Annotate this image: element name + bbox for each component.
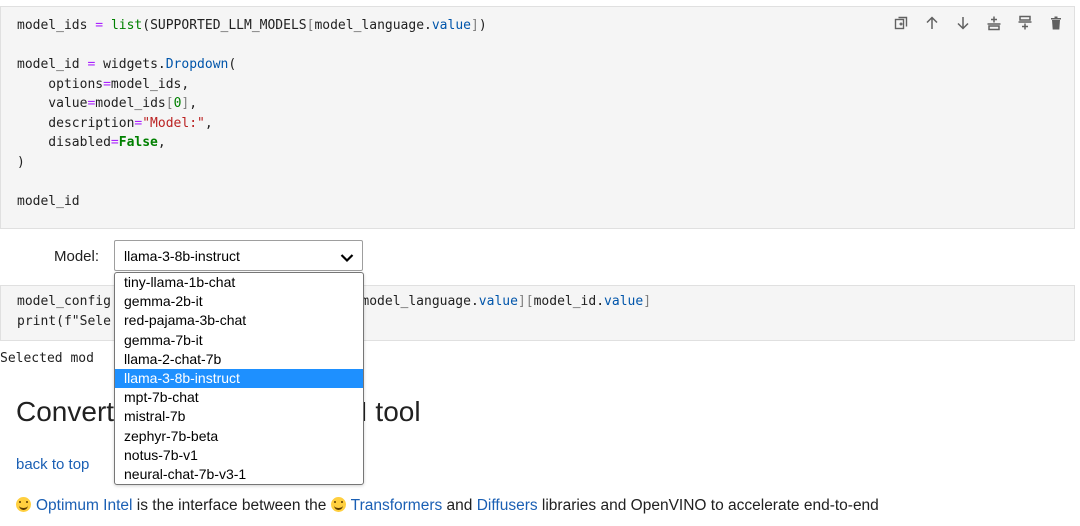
dropdown-option[interactable]: llama-2-chat-7b: [115, 350, 363, 369]
dropdown-option[interactable]: tiny-llama-1b-chat: [115, 273, 363, 292]
insert-above-icon[interactable]: [984, 13, 1004, 33]
model-select-value: llama-3-8b-instruct: [124, 248, 240, 264]
cell-toolbar: [891, 13, 1066, 33]
dropdown-option[interactable]: mpt-7b-chat: [115, 388, 363, 407]
model-select[interactable]: llama-3-8b-instruct: [114, 240, 363, 271]
delete-icon[interactable]: [1046, 13, 1066, 33]
intro-paragraph: Optimum Intel is the interface between t…: [16, 497, 879, 515]
hugging-face-icon: [16, 497, 31, 512]
model-dropdown-list[interactable]: tiny-llama-1b-chat gemma-2b-it red-pajam…: [114, 272, 364, 485]
dropdown-option[interactable]: neural-chat-7b-v3-1: [115, 465, 363, 484]
code-cell-model-selection[interactable]: model_ids = list(SUPPORTED_LLM_MODELS[mo…: [0, 6, 1075, 229]
dropdown-option[interactable]: red-pajama-3b-chat: [115, 311, 363, 330]
dropdown-option[interactable]: gemma-7b-it: [115, 331, 363, 350]
code-line-2: print(f"Sele: [17, 313, 111, 329]
cell-output-text: Selected mod: [0, 351, 94, 366]
code-line-6: disabled=False,: [17, 135, 166, 150]
code-line-5: description="Model:",: [17, 115, 213, 131]
code-line-4: value=model_ids[0],: [17, 96, 198, 111]
code-line-3: options=model_ids,: [17, 76, 190, 92]
chevron-down-icon: [340, 250, 354, 268]
code-line-1: model_ids = list(SUPPORTED_LLM_MODELS[mo…: [17, 18, 487, 33]
transformers-link[interactable]: Transformers: [351, 497, 443, 514]
dropdown-option[interactable]: notus-7b-v1: [115, 446, 363, 465]
code-editor[interactable]: model_ids = list(SUPPORTED_LLM_MODELS[mo…: [17, 16, 487, 211]
dropdown-option[interactable]: zephyr-7b-beta: [115, 427, 363, 446]
diffusers-link[interactable]: Diffusers: [477, 497, 538, 514]
dropdown-option[interactable]: llama-3-8b-instruct: [115, 368, 363, 389]
move-down-icon[interactable]: [953, 13, 973, 33]
insert-below-icon[interactable]: [1015, 13, 1035, 33]
code-line-2: model_id = widgets.Dropdown(: [17, 57, 237, 72]
hugging-face-icon: [330, 497, 346, 512]
model-label: Model:: [54, 248, 100, 265]
dropdown-option[interactable]: gemma-2b-it: [115, 292, 363, 311]
move-up-icon[interactable]: [922, 13, 942, 33]
back-to-top-link[interactable]: back to top: [16, 456, 89, 473]
optimum-intel-link[interactable]: Optimum Intel: [36, 497, 132, 514]
code-line-8: model_id: [17, 193, 80, 209]
duplicate-icon[interactable]: [891, 13, 911, 33]
code-line-7: ): [17, 154, 25, 170]
dropdown-option[interactable]: mistral-7b: [115, 407, 363, 426]
